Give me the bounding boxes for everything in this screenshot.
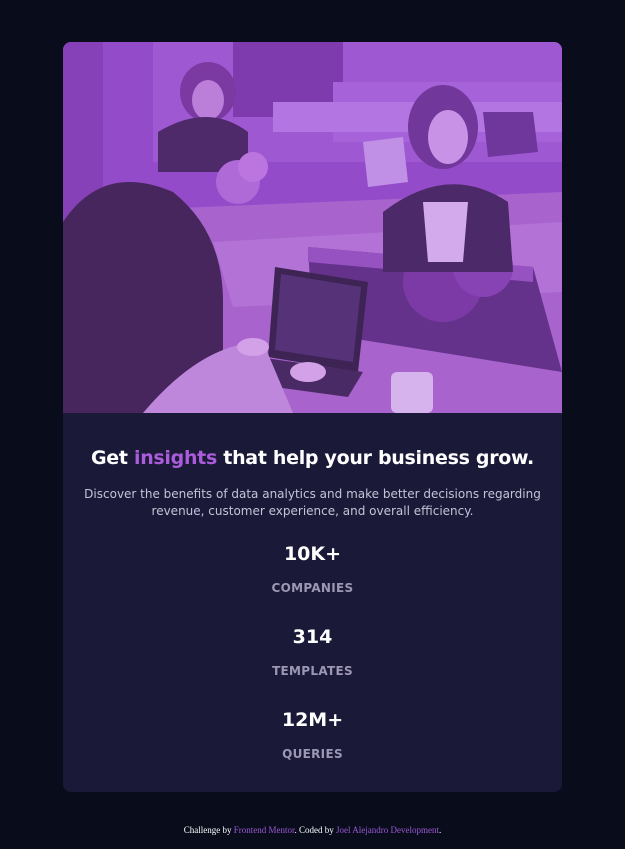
attribution-footer: Challenge by Frontend Mentor. Coded by J…: [0, 824, 625, 836]
headline-accent-word: insights: [133, 447, 217, 469]
attribution-suffix: .: [438, 825, 442, 835]
hero-image: [63, 42, 562, 413]
stat-value: 314: [292, 626, 333, 648]
headline-end: that help your business grow.: [216, 447, 534, 469]
stat-label: COMPANIES: [271, 581, 354, 595]
stat-value: 12M+: [281, 709, 344, 731]
description: Discover the benefits of data analytics …: [84, 487, 541, 518]
stats-preview-card: Get insights that help your business gro…: [63, 42, 562, 792]
office-photo-illustration: [63, 42, 562, 413]
headline: Get insights that help your business gro…: [63, 446, 562, 470]
stat-templates: 314 TEMPLATES: [63, 623, 562, 706]
stat-value: 10K+: [283, 543, 342, 565]
stat-label: TEMPLATES: [272, 664, 353, 678]
stat-queries: 12M+ QUERIES: [63, 706, 562, 789]
attribution-prefix: Challenge by: [183, 825, 234, 835]
stat-companies: 10K+ COMPANIES: [63, 540, 562, 623]
card-content: Get insights that help your business gro…: [63, 413, 562, 789]
frontend-mentor-link[interactable]: Frontend Mentor: [234, 825, 295, 835]
author-link[interactable]: Joel Alejandro Development: [336, 825, 439, 835]
headline-start: Get: [91, 447, 134, 469]
attribution-middle: . Coded by: [294, 825, 336, 835]
stat-label: QUERIES: [282, 747, 343, 761]
stats-list: 10K+ COMPANIES 314 TEMPLATES 12M+ QUERIE…: [63, 540, 562, 789]
